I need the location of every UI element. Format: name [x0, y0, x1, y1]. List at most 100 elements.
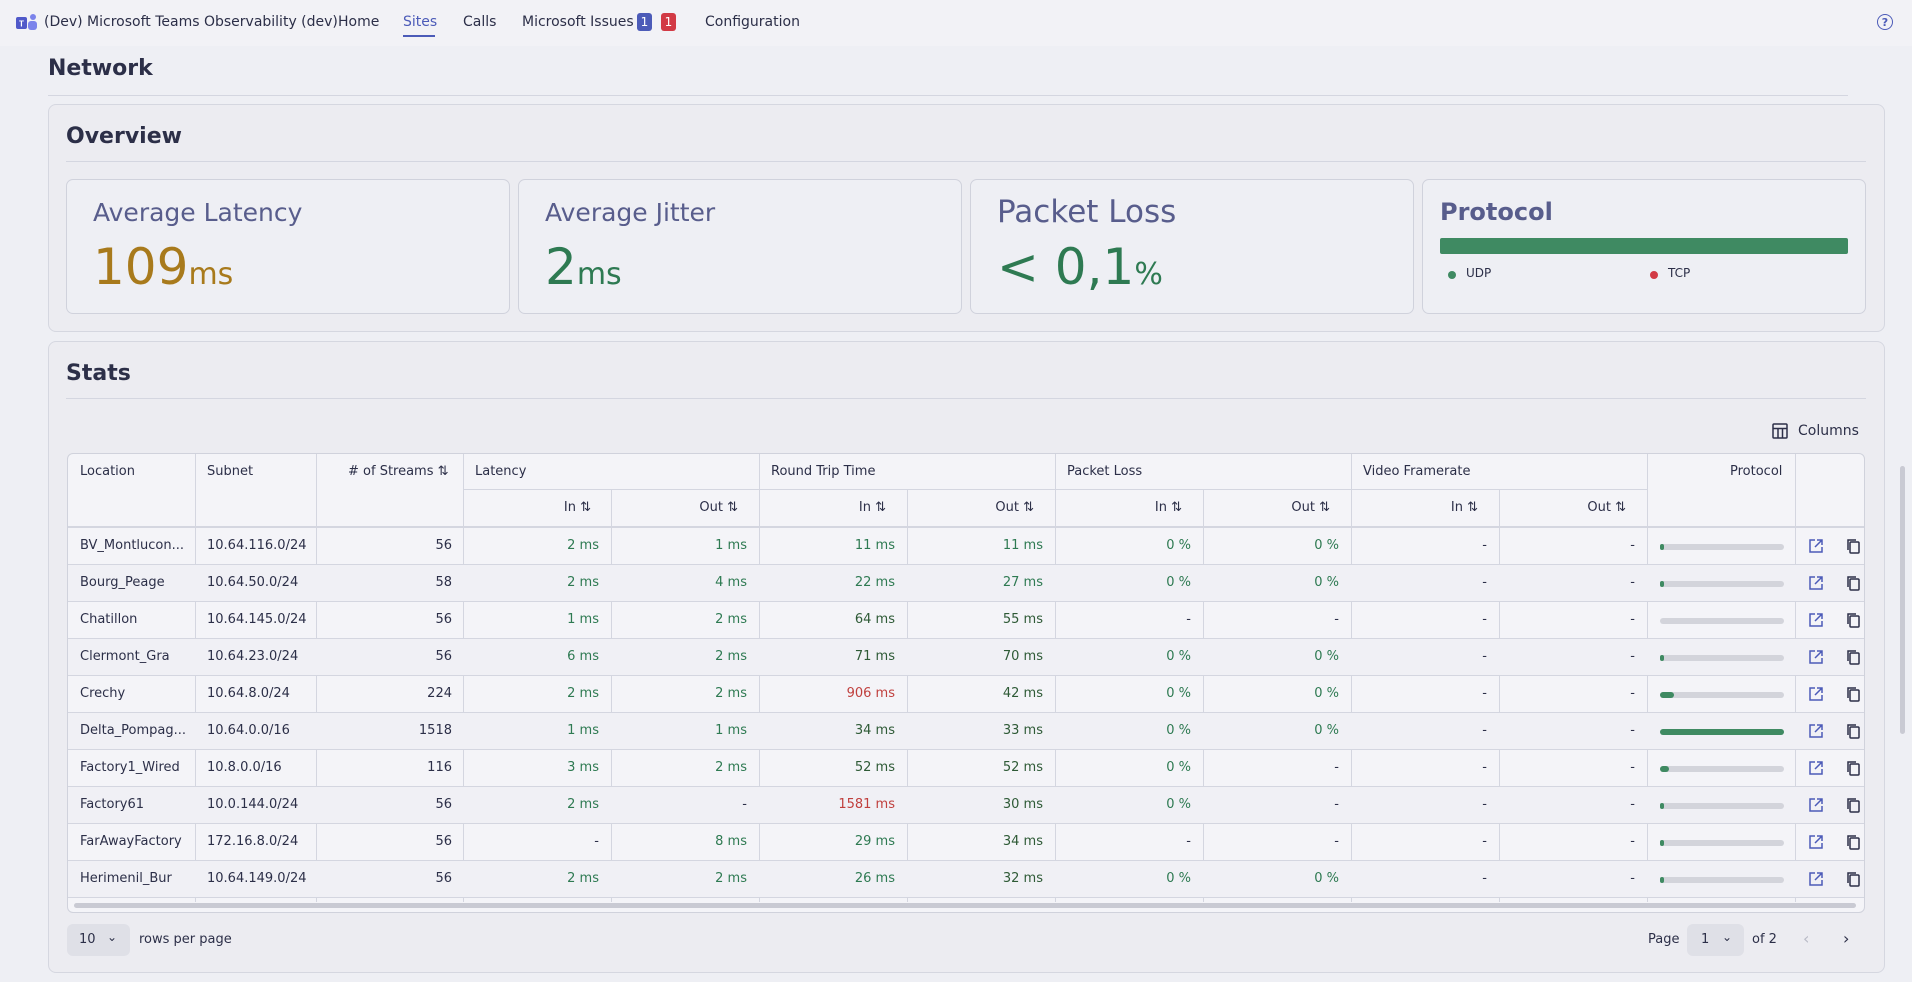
cell-packet-loss-in: 0 % — [1166, 760, 1191, 775]
th-location[interactable]: Location — [80, 464, 135, 479]
protocol-bar-udp-fill — [1660, 766, 1669, 772]
cell-video-out: - — [1630, 649, 1635, 664]
cell-rtt-out: 34 ms — [1002, 834, 1043, 849]
protocol-card: Protocol UDP TCP — [1422, 179, 1866, 314]
cell-rtt-out: 11 ms — [1002, 538, 1043, 553]
horizontal-scrollbar[interactable] — [74, 903, 1856, 908]
table-row[interactable]: Herimenil_Bur 10.64.149.0/24 56 2 ms 2 ms 26 … — [68, 861, 1864, 898]
cell-latency-in: 1 ms — [567, 612, 599, 627]
columns-button[interactable]: Columns — [1798, 423, 1859, 439]
sort-icon[interactable]: ⇅ — [1463, 500, 1478, 515]
th-out[interactable]: Out ⇅ — [1291, 500, 1330, 515]
udp-legend-label: UDP — [1466, 266, 1492, 280]
copy-icon[interactable] — [1845, 686, 1861, 702]
copy-icon[interactable] — [1845, 723, 1861, 739]
open-external-icon[interactable] — [1808, 723, 1824, 739]
th-in[interactable]: In ⇅ — [564, 500, 591, 515]
columns-icon[interactable] — [1772, 423, 1788, 439]
open-external-icon[interactable] — [1808, 797, 1824, 813]
prev-page-icon[interactable]: ‹ — [1803, 929, 1809, 948]
copy-icon[interactable] — [1845, 760, 1861, 776]
next-page-icon[interactable]: › — [1843, 929, 1849, 948]
rows-per-page-select[interactable]: 10 ⌄ — [67, 924, 130, 956]
th-in[interactable]: In ⇅ — [1451, 500, 1478, 515]
th-streams[interactable]: # of Streams ⇅ — [348, 464, 449, 479]
sort-icon[interactable]: ⇅ — [576, 500, 591, 515]
open-external-icon[interactable] — [1808, 538, 1824, 554]
table-row[interactable]: Delta_Pompag... 10.64.0.0/16 1518 1 ms 1 ms 3… — [68, 713, 1864, 750]
open-external-icon[interactable] — [1808, 575, 1824, 591]
nav-calls[interactable]: Calls — [463, 14, 496, 30]
th-out[interactable]: Out ⇅ — [699, 500, 738, 515]
copy-icon[interactable] — [1845, 538, 1861, 554]
sort-icon[interactable]: ⇅ — [871, 500, 886, 515]
cell-rtt-out: 30 ms — [1002, 797, 1043, 812]
cell-rtt-out: 33 ms — [1002, 723, 1043, 738]
sort-icon[interactable]: ⇅ — [1167, 500, 1182, 515]
copy-icon[interactable] — [1845, 797, 1861, 813]
open-external-icon[interactable] — [1808, 871, 1824, 887]
cell-subnet: 10.64.50.0/24 — [207, 575, 299, 590]
cell-packet-loss-in: 0 % — [1166, 538, 1191, 553]
th-subnet[interactable]: Subnet — [207, 464, 253, 479]
table-row[interactable]: FarAwayFactory 172.16.8.0/24 56 - 8 ms 29 ms 3… — [68, 824, 1864, 861]
table-row[interactable]: Bourg_Peage 10.64.50.0/24 58 2 ms 4 ms 22 ms 2… — [68, 565, 1864, 602]
svg-text:T: T — [19, 20, 24, 29]
open-external-icon[interactable] — [1808, 834, 1824, 850]
issues-badge-info: 1 — [637, 13, 652, 31]
sort-icon[interactable]: ⇅ — [1611, 500, 1626, 515]
table-row[interactable]: BV_Montlucon... 10.64.116.0/24 56 2 ms 1 ms 1… — [68, 528, 1864, 565]
table-row[interactable]: Factory61 10.0.144.0/24 56 2 ms - 1581 ms 30 m… — [68, 787, 1864, 824]
cell-location: Crechy — [80, 686, 126, 701]
cell-video-out: - — [1630, 686, 1635, 701]
cell-latency-in: 2 ms — [567, 797, 599, 812]
cell-latency-out: 2 ms — [715, 871, 747, 886]
copy-icon[interactable] — [1845, 649, 1861, 665]
nav-active-indicator — [403, 35, 435, 37]
table-row[interactable]: Chatillon 10.64.145.0/24 56 1 ms 2 ms 64 ms 55… — [68, 602, 1864, 639]
protocol-title: Protocol — [1440, 198, 1553, 226]
open-external-icon[interactable] — [1808, 686, 1824, 702]
nav-microsoft-issues[interactable]: Microsoft Issues — [522, 14, 634, 30]
th-out[interactable]: Out ⇅ — [1587, 500, 1626, 515]
sort-icon[interactable]: ⇅ — [1315, 500, 1330, 515]
table-row[interactable]: Clermont_Gra 10.64.23.0/24 56 6 ms 2 ms 71 ms… — [68, 639, 1864, 676]
copy-icon[interactable] — [1845, 871, 1861, 887]
th-out[interactable]: Out ⇅ — [995, 500, 1034, 515]
protocol-bar — [1660, 618, 1784, 624]
copy-icon[interactable] — [1845, 575, 1861, 591]
vertical-scrollbar[interactable] — [1900, 466, 1905, 734]
sort-icon[interactable]: ⇅ — [1019, 500, 1034, 515]
help-icon[interactable]: ? — [1877, 14, 1893, 30]
sort-icon[interactable]: ⇅ — [438, 464, 449, 479]
th-in[interactable]: In ⇅ — [859, 500, 886, 515]
th-video-framerate: Video Framerate — [1363, 464, 1471, 479]
nav-sites[interactable]: Sites — [403, 14, 437, 30]
cell-subnet: 10.64.149.0/24 — [207, 871, 307, 886]
nav-configuration[interactable]: Configuration — [705, 14, 800, 30]
cell-video-out: - — [1630, 760, 1635, 775]
open-external-icon[interactable] — [1808, 612, 1824, 628]
average-jitter-value: 2ms — [545, 238, 622, 296]
protocol-bar — [1660, 544, 1784, 550]
open-external-icon[interactable] — [1808, 649, 1824, 665]
table-row[interactable]: Crechy 10.64.8.0/24 224 2 ms 2 ms 906 ms 42 ms… — [68, 676, 1864, 713]
th-in[interactable]: In ⇅ — [1155, 500, 1182, 515]
cell-rtt-in: 26 ms — [854, 871, 895, 886]
page-select[interactable]: 1 ⌄ — [1687, 924, 1744, 956]
table-row[interactable]: Factory1_Wired 10.8.0.0/16 116 3 ms 2 ms 52 m… — [68, 750, 1864, 787]
open-external-icon[interactable] — [1808, 760, 1824, 776]
cell-packet-loss-in: 0 % — [1166, 649, 1191, 664]
cell-latency-out: 2 ms — [715, 760, 747, 775]
copy-icon[interactable] — [1845, 834, 1861, 850]
protocol-bar — [1660, 840, 1784, 846]
sort-icon[interactable]: ⇅ — [723, 500, 738, 515]
nav-home[interactable]: Home — [338, 14, 379, 30]
copy-icon[interactable] — [1845, 612, 1861, 628]
average-jitter-card: Average Jitter 2ms — [518, 179, 962, 314]
cell-packet-loss-out: - — [1334, 612, 1339, 627]
cell-video-in: - — [1482, 797, 1487, 812]
cell-location: BV_Montlucon... — [80, 538, 185, 553]
cell-rtt-out: 27 ms — [1002, 575, 1043, 590]
app-title[interactable]: (Dev) Microsoft Teams Observability (dev… — [44, 14, 338, 30]
